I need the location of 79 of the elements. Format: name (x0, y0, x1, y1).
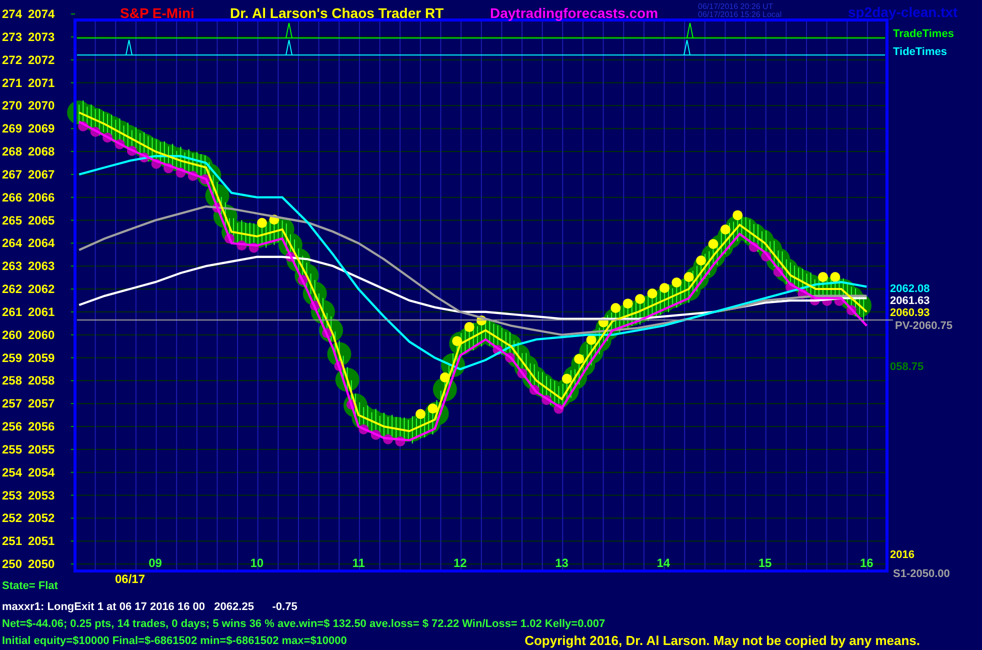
axis-label: 274 (2, 7, 22, 21)
price-label: 058.75 (890, 361, 924, 373)
axis-label: 273 (2, 30, 22, 44)
hour-label: 14 (656, 556, 670, 570)
axis-label: 253 (2, 488, 22, 502)
price-label: 2062.08 (890, 283, 930, 295)
price-label: PV-2060.75 (895, 320, 952, 332)
axis-label: 2057 (28, 396, 55, 411)
axis-label: 269 (2, 122, 22, 136)
hour-label: 15 (758, 556, 772, 570)
hour-label: 10 (250, 556, 264, 570)
axis-label: 267 (2, 167, 22, 182)
axis-label: 263 (2, 259, 22, 274)
price-label: 2016 (890, 549, 914, 561)
file-name: sp2day-clean.txt (848, 4, 958, 20)
axis-label: 265 (2, 213, 22, 228)
axis-label: 255 (2, 442, 22, 456)
app-title: Dr. Al Larson's Chaos Trader RT (230, 5, 444, 21)
axis-label: 2074 (28, 7, 55, 21)
hour-label: 13 (555, 556, 568, 570)
price-label: S1-2050.00 (893, 568, 950, 580)
stats-text: Net=$-44.06; 0.25 pts, 14 trades, 0 days; 5 wins 36 % ave.win=$ 132.50 ave.loss= $ 72.22 Win/Loss= 1.02 Kelly=0.007 (2, 618, 606, 630)
axis-label: 2056 (28, 420, 55, 434)
axis-label: 2060 (28, 328, 55, 342)
axis-label: 2070 (28, 98, 55, 113)
axis-label: 261 (2, 304, 22, 319)
axis-label: 250 (2, 557, 22, 571)
price-label: 2061.63 (890, 295, 930, 307)
axis-label: 2050 (28, 557, 55, 571)
site-name: Daytradingforecasts.com (490, 5, 658, 21)
hour-label: 11 (352, 556, 365, 570)
axis-label: 2065 (28, 213, 55, 228)
axis-label: 2073 (28, 30, 55, 44)
axis-label: 257 (2, 396, 22, 411)
axis-label: 2053 (28, 488, 55, 502)
axis-label: 2062 (28, 282, 55, 296)
axis-label: 2066 (28, 190, 55, 204)
axis-label: 272 (2, 52, 22, 67)
axis-label: 2071 (28, 76, 55, 90)
axis-label: 2054 (28, 465, 55, 480)
axis-label: 2055 (28, 442, 55, 456)
axis-label: 252 (2, 511, 22, 526)
axis-label: 271 (2, 76, 22, 90)
axis-label: 2052 (28, 511, 55, 526)
price-label: 2060.93 (890, 307, 930, 319)
state-text: State= Flat (2, 580, 58, 592)
hour-label: 16 (860, 556, 874, 570)
axis-label: 259 (2, 350, 22, 365)
axis-label: 264 (2, 236, 22, 250)
axis-label: 2067 (28, 167, 55, 182)
axis-label: 2061 (28, 304, 55, 319)
legend-label: TradeTimes (893, 28, 954, 40)
timestamp: 06/17/2016 15:26 Local (698, 10, 782, 19)
axis-label: 268 (2, 144, 22, 158)
axis-label: 2064 (28, 236, 55, 250)
axis-label: 266 (2, 190, 22, 204)
axis-label: 2068 (28, 144, 55, 158)
timestamp: 06/17/2016 20:26 UT (698, 2, 774, 11)
axis-label: 256 (2, 420, 22, 434)
axis-label: 258 (2, 374, 22, 388)
axis-label: 251 (2, 534, 22, 548)
axis-label: 2051 (28, 534, 55, 548)
axis-label: 2058 (28, 374, 55, 388)
axis-label: 262 (2, 282, 22, 296)
date-label: 06/17 (115, 572, 146, 586)
copyright-text: Copyright 2016, Dr. Al Larson. May not be copied by any means. (524, 633, 920, 648)
equity-text: Initial equity=$10000 Final=$-6861502 min=$-6861502 max=$10000 (2, 634, 347, 646)
hour-label: 12 (453, 556, 467, 570)
axis-label: 260 (2, 328, 22, 342)
axis-label: 270 (2, 98, 22, 113)
trade-text: maxxr1: LongExit 1 at 06 17 2016 16 00 2062.25 -0.75 (2, 600, 298, 612)
axis-label: 2072 (28, 52, 55, 67)
symbol-title: S&P E-Mini (120, 5, 194, 21)
legend-label: TideTimes (893, 46, 948, 58)
axis-label: 2059 (28, 350, 55, 365)
axis-label: 2063 (28, 259, 55, 274)
axis-label: 2069 (28, 122, 55, 136)
hour-label: 09 (148, 556, 162, 570)
axis-label: 254 (2, 465, 22, 480)
